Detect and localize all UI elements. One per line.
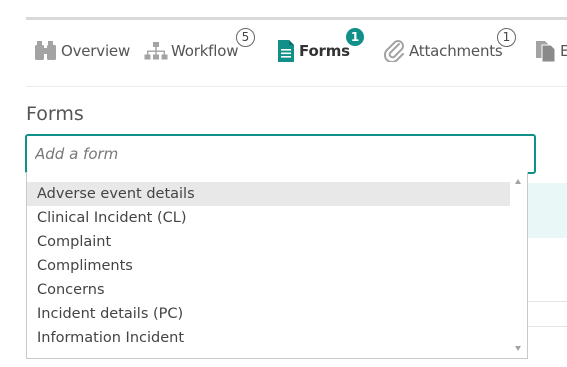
form-option-incident-details[interactable]: Incident details (PC) [27, 302, 511, 326]
workflow-icon [144, 41, 168, 61]
background-divider [528, 301, 567, 302]
forms-count-badge: 1 [346, 28, 364, 46]
form-option-adverse-event-details[interactable]: Adverse event details [27, 182, 511, 206]
tab-attachments[interactable]: Attachments 1 [384, 28, 516, 66]
forms-section-title: Forms [26, 103, 84, 125]
tab-workflow-label: Workflow [171, 42, 239, 60]
tab-overview-label: Overview [61, 42, 131, 60]
tab-bar: Overview Workflow 5 Forms 1 Attachments … [0, 20, 567, 86]
attachments-count-badge: 1 [497, 28, 516, 47]
tab-e[interactable]: E [535, 36, 567, 66]
page: Overview Workflow 5 Forms 1 Attachments … [0, 0, 567, 367]
form-option-information-incident[interactable]: Information Incident [27, 326, 511, 350]
tab-forms-label: Forms [299, 42, 350, 60]
form-options-list: Adverse event details Clinical Incident … [27, 182, 511, 350]
copy-icon [535, 40, 557, 62]
form-option-concerns[interactable]: Concerns [27, 278, 511, 302]
background-row-highlight [528, 183, 567, 238]
add-form-input[interactable] [25, 134, 536, 174]
form-option-clinical-incident[interactable]: Clinical Incident (CL) [27, 206, 511, 230]
scroll-down-arrow-icon[interactable] [515, 346, 521, 351]
form-option-complaint[interactable]: Complaint [27, 230, 511, 254]
tab-attachments-label: Attachments [409, 42, 503, 60]
tab-e-label: E [560, 42, 567, 60]
tabs-divider [26, 86, 567, 87]
dropdown-scrollbar[interactable] [510, 172, 527, 358]
tab-workflow[interactable]: Workflow 5 [144, 28, 255, 66]
form-options-dropdown: Adverse event details Clinical Incident … [26, 172, 528, 359]
form-option-compliments[interactable]: Compliments [27, 254, 511, 278]
tab-overview[interactable]: Overview [34, 36, 130, 66]
tab-forms[interactable]: Forms 1 [276, 28, 364, 66]
binoculars-icon [34, 41, 58, 61]
scroll-up-arrow-icon[interactable] [515, 179, 521, 184]
document-icon [276, 40, 296, 62]
background-divider [528, 326, 567, 327]
workflow-count-badge: 5 [236, 28, 255, 47]
paperclip-icon [384, 40, 406, 62]
